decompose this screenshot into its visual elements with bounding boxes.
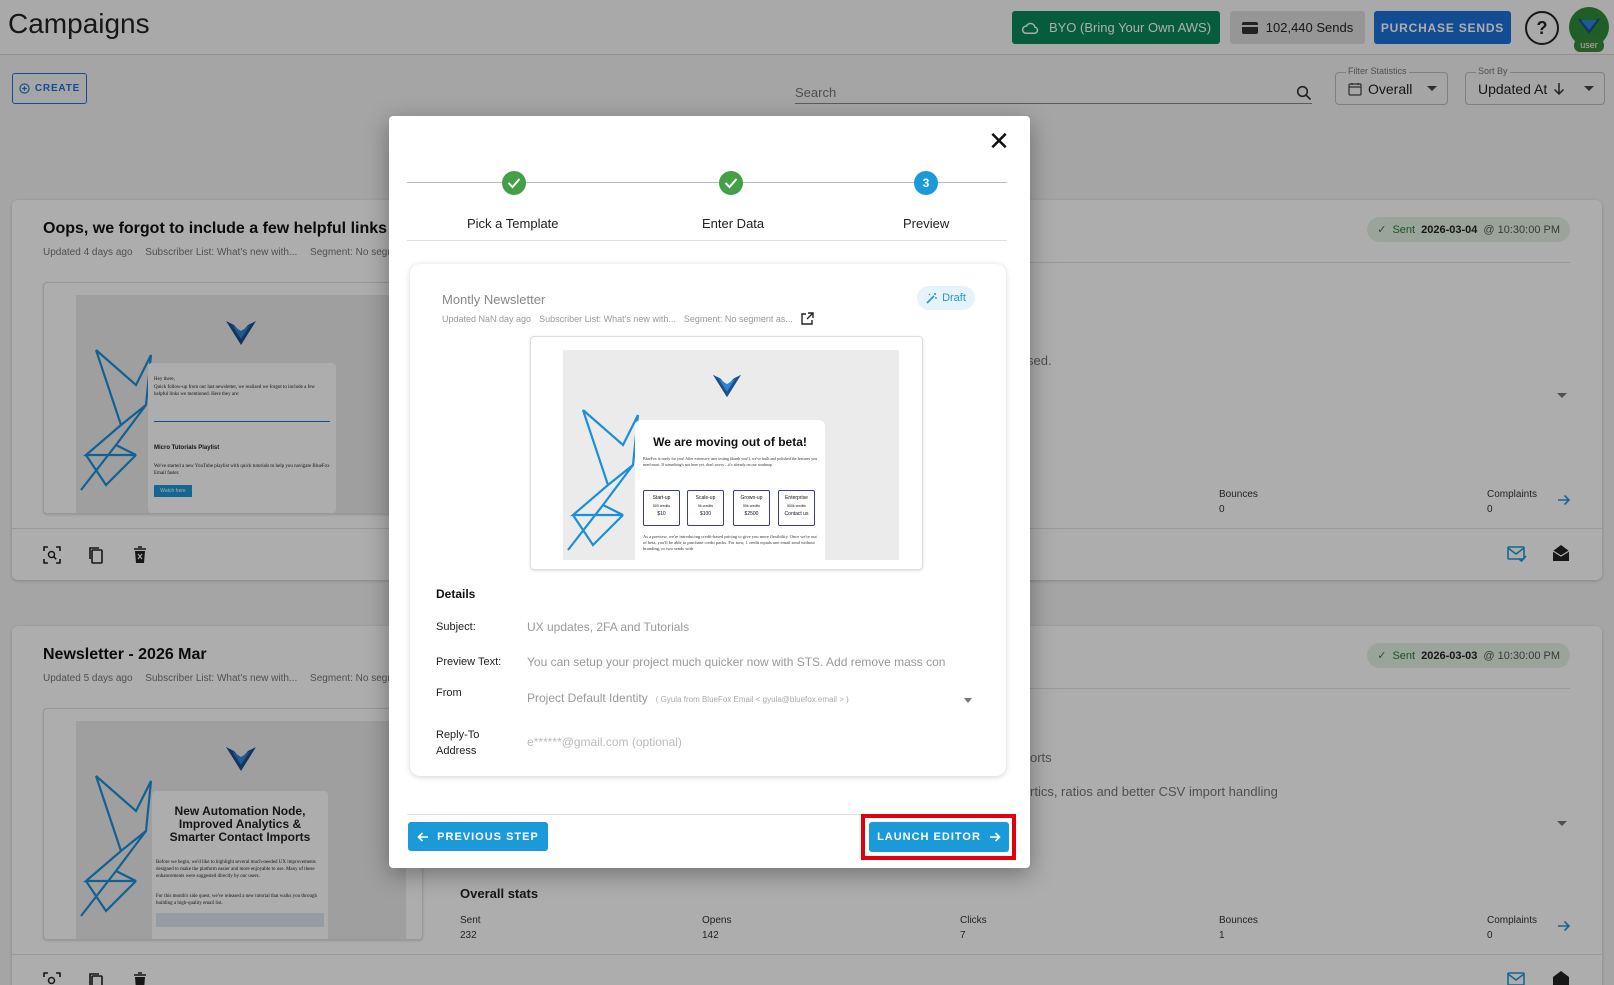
subject-label: Subject: bbox=[436, 621, 476, 633]
magic-wand-icon bbox=[926, 293, 938, 304]
from-select[interactable]: Project Default Identity ( Gyula from Blu… bbox=[527, 691, 947, 705]
plan-grownup: Grown-up 50k credits $2500 bbox=[733, 490, 770, 526]
preview-subscriber-list: Subscriber List: What's new with... bbox=[539, 313, 676, 324]
email-body-text-2: As a preview, we're introducing credit-b… bbox=[643, 534, 817, 551]
launch-editor-button[interactable]: LAUNCH EDITOR bbox=[869, 822, 1009, 852]
from-label: From bbox=[436, 687, 462, 699]
preview-updated: Updated NaN day ago bbox=[442, 313, 532, 324]
previous-step-label: PREVIOUS STEP bbox=[437, 830, 539, 843]
preview-text-value: You can setup your project much quicker … bbox=[527, 655, 946, 669]
arrow-right-icon bbox=[989, 832, 1001, 842]
reply-to-value: e******@gmail.com (optional) bbox=[527, 735, 682, 749]
step-1-check-icon bbox=[502, 171, 526, 195]
preview-text-label: Preview Text: bbox=[436, 656, 502, 668]
plan-enterprise: Enterprise 500k credits Contact us bbox=[778, 490, 815, 526]
preview-segment: Segment: No segment as... bbox=[683, 313, 793, 324]
step-label-enter-data[interactable]: Enter Data bbox=[702, 216, 764, 231]
step-2-check-icon bbox=[719, 171, 743, 195]
previous-step-button[interactable]: PREVIOUS STEP bbox=[408, 822, 548, 851]
draft-badge: Draft bbox=[917, 286, 975, 310]
external-link-icon[interactable] bbox=[801, 312, 814, 325]
plan-startup: Start-up 500 credits $10 bbox=[643, 490, 680, 526]
from-value: Project Default Identity bbox=[527, 691, 648, 705]
arrow-left-icon bbox=[417, 831, 429, 842]
from-hint: ( Gyula from BlueFox Email < gyula@bluef… bbox=[655, 695, 849, 704]
details-title: Details bbox=[436, 587, 476, 601]
reply-to-label: Reply-To Address bbox=[436, 729, 480, 757]
subject-value: UX updates, 2FA and Tutorials bbox=[527, 620, 690, 634]
step-label-preview[interactable]: Preview bbox=[903, 216, 949, 231]
step-label-pick-template[interactable]: Pick a Template bbox=[467, 216, 559, 231]
close-button[interactable]: ✕ bbox=[987, 128, 1011, 154]
divider bbox=[407, 240, 1007, 241]
email-preview[interactable]: We are moving out of beta! BlueFox is re… bbox=[530, 336, 923, 570]
plan-scaleup: Scale-up 5k credits $100 bbox=[687, 490, 724, 526]
create-campaign-modal: ✕ 3 Pick a Template Enter Data Preview M… bbox=[389, 116, 1030, 868]
draft-label: Draft bbox=[942, 292, 966, 304]
email-headline: We are moving out of beta! bbox=[653, 435, 807, 449]
caret-down-icon[interactable] bbox=[964, 698, 972, 703]
email-body-text: BlueFox is ready for you! After extensiv… bbox=[643, 456, 818, 467]
preview-campaign-title: Montly Newsletter bbox=[442, 292, 546, 307]
bluefox-logo-icon bbox=[712, 374, 742, 398]
preview-campaign-meta: Updated NaN day ago Subscriber List: Wha… bbox=[442, 312, 814, 325]
launch-editor-label: LAUNCH EDITOR bbox=[877, 831, 981, 843]
step-3-number: 3 bbox=[914, 171, 938, 195]
